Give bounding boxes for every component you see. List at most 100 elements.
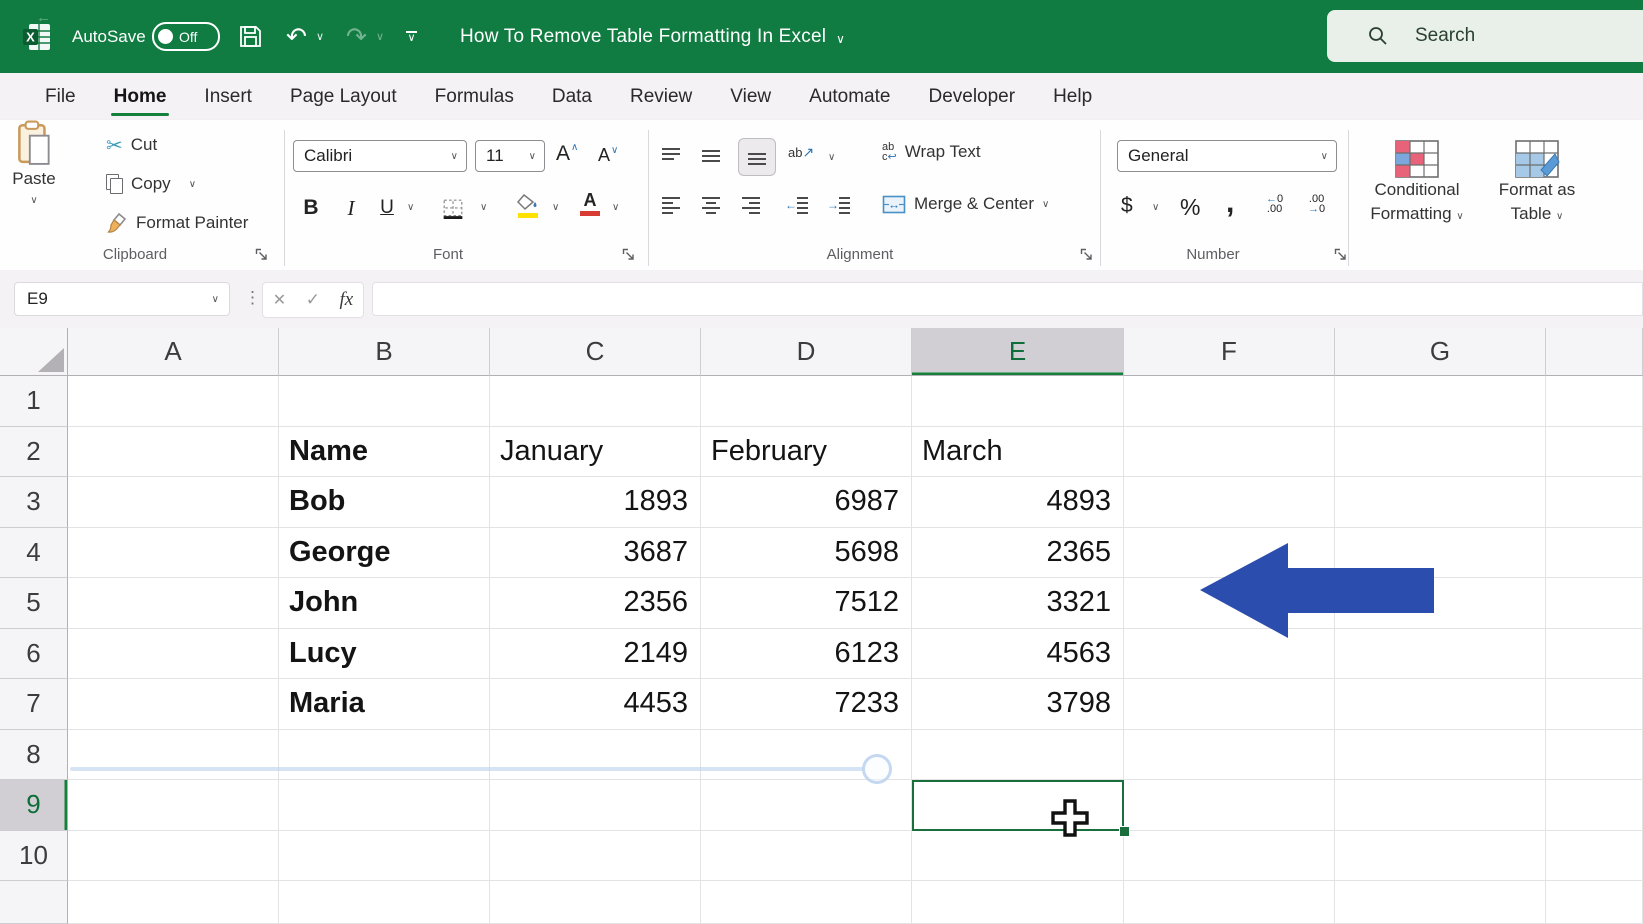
cell-G3[interactable] (1335, 477, 1546, 528)
cell-partial[interactable] (1546, 831, 1643, 882)
number-format-combobox[interactable]: General ∨ (1117, 140, 1337, 172)
cell-C3[interactable]: 1893 (490, 477, 701, 528)
row-header-1[interactable]: 1 (0, 376, 68, 427)
decrease-indent-button[interactable]: ← (786, 196, 810, 214)
top-align-button[interactable] (660, 146, 682, 166)
cell-G5[interactable] (1335, 578, 1546, 629)
cell-F3[interactable] (1124, 477, 1335, 528)
column-header-B[interactable]: B (279, 328, 490, 376)
cell-C2[interactable]: January (490, 427, 701, 478)
clipboard-dialog-launcher[interactable] (255, 248, 268, 266)
cell-D6[interactable]: 6123 (701, 629, 912, 680)
cell-partial[interactable] (1546, 528, 1643, 579)
alignment-dialog-launcher[interactable] (1080, 248, 1093, 266)
cell-E6[interactable]: 4563 (912, 629, 1124, 680)
cell-B7[interactable]: Maria (279, 679, 490, 730)
middle-align-button[interactable] (700, 146, 722, 166)
customize-quick-access-toolbar-button[interactable]: ∨ (406, 0, 417, 73)
column-header-F[interactable]: F (1124, 328, 1335, 376)
conditional-formatting-button[interactable]: Conditional Formatting ∨ (1358, 140, 1476, 229)
undo-button[interactable]: ↶ (286, 0, 307, 73)
cell-E8[interactable] (912, 730, 1124, 781)
comma-style-button[interactable]: , (1226, 186, 1234, 220)
row-header-4[interactable]: 4 (0, 528, 68, 579)
font-dialog-launcher[interactable] (622, 248, 635, 266)
save-button[interactable] (238, 0, 263, 73)
cut-button[interactable]: ✂ Cut (106, 131, 157, 159)
italic-button[interactable]: I (337, 192, 365, 224)
paste-button[interactable]: Paste ∨ (0, 120, 68, 226)
formula-bar-dots-icon[interactable]: ⋮ (244, 288, 261, 308)
cell-partial[interactable] (1546, 780, 1643, 831)
cell-F-partial[interactable] (1124, 881, 1335, 924)
cell-G10[interactable] (1335, 831, 1546, 882)
underline-chevron-icon[interactable]: ∨ (407, 202, 414, 213)
cell-C1[interactable] (490, 376, 701, 427)
cell-A3[interactable] (68, 477, 279, 528)
tab-file[interactable]: File (26, 73, 95, 120)
wrap-text-button[interactable]: abc↩ Wrap Text (882, 142, 981, 162)
insert-function-icon[interactable]: fx (339, 289, 353, 311)
format-painter-button[interactable]: Format Painter (106, 209, 248, 237)
cell-partial[interactable] (1546, 376, 1643, 427)
cell-partial[interactable] (1546, 730, 1643, 781)
cell-A7[interactable] (68, 679, 279, 730)
cell-A10[interactable] (68, 831, 279, 882)
cell-E3[interactable]: 4893 (912, 477, 1124, 528)
cell-G1[interactable] (1335, 376, 1546, 427)
cell-D-partial[interactable] (701, 881, 912, 924)
row-header-9[interactable]: 9 (0, 780, 68, 831)
increase-indent-button[interactable]: → (828, 196, 852, 214)
row-header-partial[interactable] (0, 881, 68, 924)
cell-G8[interactable] (1335, 730, 1546, 781)
align-center-button[interactable] (700, 196, 722, 214)
tab-formulas[interactable]: Formulas (416, 73, 533, 120)
tab-data[interactable]: Data (533, 73, 611, 120)
increase-font-size-button[interactable]: A∧ (556, 142, 578, 166)
column-header-G[interactable]: G (1335, 328, 1546, 376)
cell-C-partial[interactable] (490, 881, 701, 924)
cell-F8[interactable] (1124, 730, 1335, 781)
column-header-partial[interactable] (1546, 328, 1643, 376)
cell-E5[interactable]: 3321 (912, 578, 1124, 629)
tab-view[interactable]: View (711, 73, 790, 120)
redo-button[interactable]: ↷ (346, 0, 367, 73)
cell-E10[interactable] (912, 831, 1124, 882)
font-name-combobox[interactable]: Calibri ∨ (293, 140, 467, 172)
cell-F5[interactable] (1124, 578, 1335, 629)
cell-G7[interactable] (1335, 679, 1546, 730)
number-dialog-launcher[interactable] (1334, 248, 1347, 266)
accounting-format-button[interactable]: $ (1121, 194, 1133, 218)
formula-input[interactable] (372, 282, 1643, 316)
cell-B5[interactable]: John (279, 578, 490, 629)
cell-A8[interactable] (68, 730, 279, 781)
cell-A9[interactable] (68, 780, 279, 831)
cell-A6[interactable] (68, 629, 279, 680)
merge-and-center-button[interactable]: ↔ Merge & Center ∨ (882, 194, 1049, 214)
select-all-button[interactable] (0, 328, 68, 376)
cell-E4[interactable]: 2365 (912, 528, 1124, 579)
cell-G2[interactable] (1335, 427, 1546, 478)
column-header-C[interactable]: C (490, 328, 701, 376)
cell-partial[interactable] (1546, 881, 1643, 924)
cell-A1[interactable] (68, 376, 279, 427)
borders-button[interactable] (442, 198, 464, 220)
row-header-7[interactable]: 7 (0, 679, 68, 730)
column-header-D[interactable]: D (701, 328, 912, 376)
cancel-icon[interactable]: ✕ (273, 290, 286, 310)
cell-B10[interactable] (279, 831, 490, 882)
fill-color-chevron-icon[interactable]: ∨ (552, 202, 559, 213)
column-header-A[interactable]: A (68, 328, 279, 376)
cell-B6[interactable]: Lucy (279, 629, 490, 680)
cell-B9[interactable] (279, 780, 490, 831)
cell-E-partial[interactable] (912, 881, 1124, 924)
cell-C6[interactable]: 2149 (490, 629, 701, 680)
accounting-format-chevron-icon[interactable]: ∨ (1152, 202, 1159, 213)
cell-C8[interactable] (490, 730, 701, 781)
cell-A2[interactable] (68, 427, 279, 478)
fill-color-button[interactable] (516, 194, 540, 218)
cell-G9[interactable] (1335, 780, 1546, 831)
cell-partial[interactable] (1546, 679, 1643, 730)
cell-partial[interactable] (1546, 578, 1643, 629)
row-header-10[interactable]: 10 (0, 831, 68, 882)
